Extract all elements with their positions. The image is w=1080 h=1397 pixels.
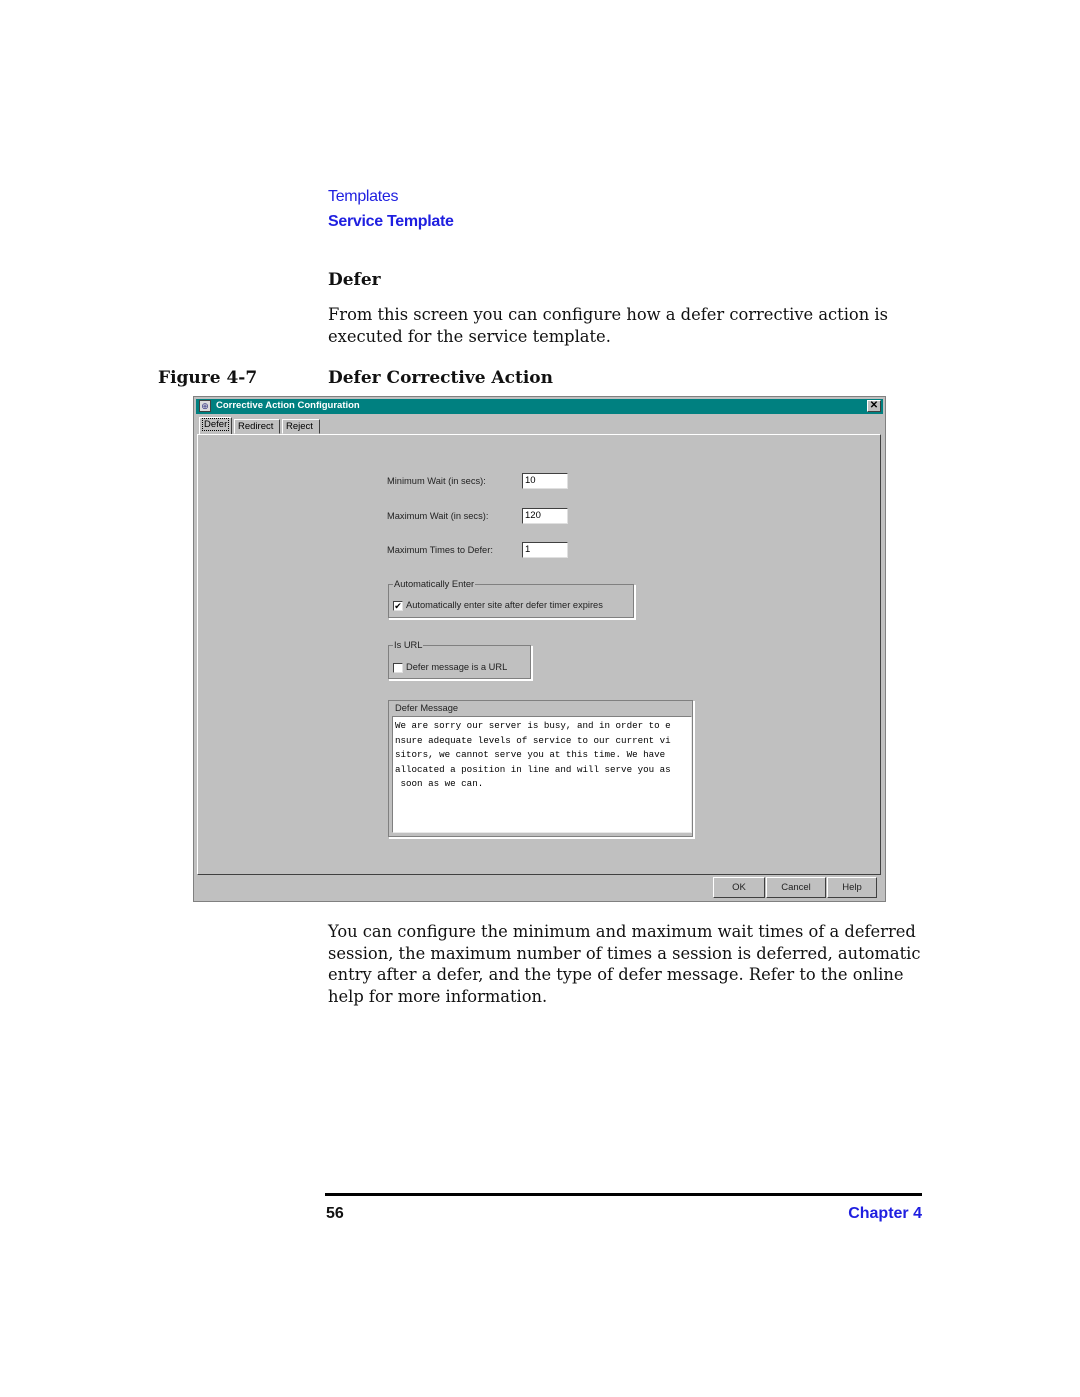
ok-button[interactable]: OK [713,877,765,898]
page-number: 56 [326,1205,344,1222]
min-wait-input[interactable]: 10 [522,473,568,489]
is-url-group-label: Is URL [393,640,424,650]
defer-panel: Minimum Wait (in secs): 10 Maximum Wait … [197,434,881,875]
footer-rule [325,1193,922,1196]
max-wait-input[interactable]: 120 [522,508,568,524]
figure-label: Figure 4-7 [158,368,258,388]
outro-paragraph: You can configure the minimum and maximu… [328,922,921,1006]
auto-enter-checkbox[interactable]: ✔ [393,601,403,611]
dialog-title: Corrective Action Configuration [216,400,360,411]
figure-title: Defer Corrective Action [328,368,553,388]
max-times-input[interactable]: 1 [522,542,568,558]
is-url-group: Is URL Defer message is a URL [388,640,532,680]
cancel-button[interactable]: Cancel [766,877,826,898]
is-url-checkbox-label[interactable]: Defer message is a URL [406,662,507,672]
button-bar: OK Cancel Help [197,877,881,898]
running-header-subsection: Service Template [328,213,454,230]
min-wait-label: Minimum Wait (in secs): [387,476,486,486]
dialog-titlebar: ⊕ Corrective Action Configuration ✕ [196,399,883,414]
running-header-section: Templates [328,188,399,205]
max-wait-label: Maximum Wait (in secs): [387,511,489,521]
tab-defer[interactable]: Defer [199,417,232,435]
auto-enter-group: Automatically Enter ✔ Automatically ente… [388,579,635,619]
tab-redirect[interactable]: Redirect [234,419,280,434]
defer-message-group: Defer Message We are sorry our server is… [388,700,694,838]
chapter-label: Chapter 4 [848,1205,922,1222]
close-button[interactable]: ✕ [867,400,881,412]
max-times-label: Maximum Times to Defer: [387,545,493,555]
corrective-action-dialog: ⊕ Corrective Action Configuration ✕ Defe… [193,396,886,902]
section-title: Defer [328,270,381,290]
intro-paragraph: From this screen you can configure how a… [328,305,888,346]
defer-message-label: Defer Message [395,703,459,713]
app-icon: ⊕ [199,400,211,412]
tab-reject[interactable]: Reject [282,419,320,434]
auto-enter-checkbox-label[interactable]: Automatically enter site after defer tim… [406,600,603,610]
checkmark-icon: ✔ [394,601,402,611]
close-icon: ✕ [869,400,879,411]
defer-message-textarea[interactable]: We are sorry our server is busy, and in … [392,716,692,833]
help-button[interactable]: Help [827,877,877,898]
auto-enter-group-label: Automatically Enter [393,579,476,589]
is-url-checkbox[interactable] [393,663,403,673]
